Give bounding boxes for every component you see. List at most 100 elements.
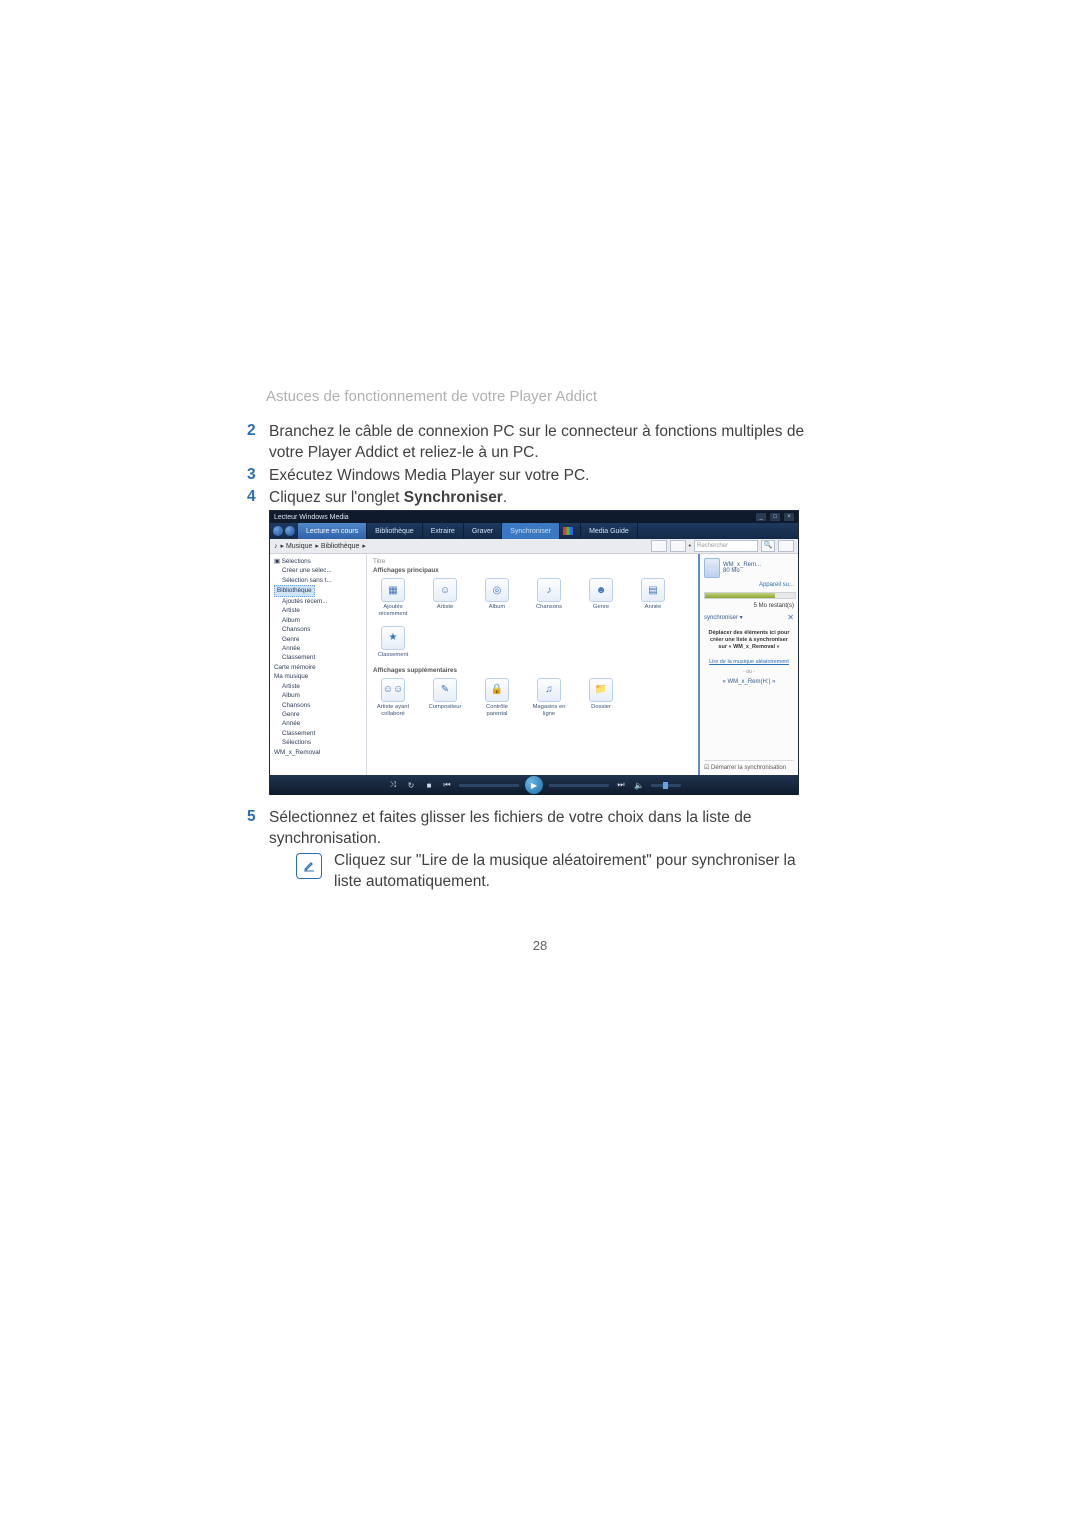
next-button[interactable]: ⏭ <box>615 779 627 791</box>
crumb-arrow[interactable]: ▸ <box>362 542 366 550</box>
tab-extract[interactable]: Extraire <box>423 523 464 539</box>
stop-button[interactable]: ■ <box>423 779 435 791</box>
tree-playlists[interactable]: ▣ Sélections <box>274 557 362 566</box>
crumb-library[interactable]: ▸ Bibliothèque <box>315 542 359 550</box>
step-text: Branchez le câble de connexion PC sur le… <box>269 422 827 464</box>
tab-burn[interactable]: Graver <box>464 523 502 539</box>
section-supplementary: Affichages supplémentaires <box>373 667 692 674</box>
wmp-tree: ▣ Sélections Créer une sélec... Sélectio… <box>270 554 367 775</box>
start-sync-button[interactable]: ☑ Démarrer la synchronisation <box>704 760 794 771</box>
step-text: Exécutez Windows Media Player sur votre … <box>269 466 589 487</box>
seek-bar[interactable] <box>459 784 519 787</box>
view-parental[interactable]: 🔒Contrôle parental <box>477 678 517 718</box>
view-artist[interactable]: ☺Artiste <box>425 578 465 618</box>
view-collab[interactable]: ☺☺Artiste ayant collaboré <box>373 678 413 718</box>
window-buttons: _ □ × <box>754 513 794 521</box>
tree-library[interactable]: Bibliothèque <box>274 585 362 596</box>
view-songs[interactable]: ♪Chansons <box>529 578 569 618</box>
repeat-button[interactable]: ↻ <box>405 779 417 791</box>
view-album[interactable]: ◎Album <box>477 578 517 618</box>
view-genre[interactable]: ☻Genre <box>581 578 621 618</box>
view-composer[interactable]: ✎Compositeur <box>425 678 465 718</box>
tree-album[interactable]: Album <box>274 616 362 625</box>
tree-recent[interactable]: Ajoutés récem... <box>274 597 362 606</box>
pencil-note-icon <box>302 859 316 873</box>
step-text: Cliquez sur l'onglet Synchroniser. <box>269 488 507 509</box>
view-folder[interactable]: 📁Dossier <box>581 678 621 718</box>
step-number: 3 <box>247 466 269 484</box>
wmp-titlebar[interactable]: Lecteur Windows Media _ □ × <box>270 511 798 523</box>
tree-untitled-playlist[interactable]: Sélection sans t... <box>274 576 362 585</box>
page: Astuces de fonctionnement de votre Playe… <box>0 0 1080 1527</box>
tree-rating[interactable]: Classement <box>274 653 362 662</box>
next-device-link[interactable]: Appareil su... <box>704 582 794 588</box>
wmp-breadcrumb: ♪ ▸ Musique ▸ Bibliothèque ▸ • Recherche… <box>270 539 798 554</box>
icon-row-1b: ★Classement <box>373 626 692 659</box>
wmp-body: ▣ Sélections Créer une sélec... Sélectio… <box>270 554 798 775</box>
step4-part-a: Cliquez sur l'onglet <box>269 489 404 506</box>
close-icon[interactable]: ✕ <box>787 613 794 622</box>
random-music-link[interactable]: Lire de la musique aléatoirement <box>704 659 794 665</box>
close-button[interactable]: × <box>784 513 794 521</box>
tree-mm-songs[interactable]: Chansons <box>274 701 362 710</box>
sync-device[interactable]: WM_x_Rem... 80 Mo <box>704 558 794 578</box>
mute-button[interactable]: 🔈 <box>633 779 645 791</box>
device-capacity: 80 Mo <box>723 568 761 574</box>
tree-year[interactable]: Année <box>274 644 362 653</box>
tree-create-playlist[interactable]: Créer une sélec... <box>274 566 362 575</box>
tree-genre[interactable]: Genre <box>274 635 362 644</box>
tab-library[interactable]: Bibliothèque <box>367 523 423 539</box>
view-recent[interactable]: ▦Ajoutés récemment <box>373 578 413 618</box>
tab-now-playing[interactable]: Lecture en cours <box>298 523 367 539</box>
tab-media-guide[interactable]: Media Guide <box>581 523 638 539</box>
tab-flag[interactable] <box>560 523 581 539</box>
search-icon[interactable]: 🔍 <box>761 540 775 552</box>
device-info: WM_x_Rem... 80 Mo <box>723 562 761 574</box>
shuffle-button[interactable]: ⤨ <box>387 779 399 791</box>
tree-mm-year[interactable]: Année <box>274 719 362 728</box>
capacity-fill <box>705 593 775 598</box>
view-button-1[interactable] <box>651 540 667 552</box>
tree-my-music[interactable]: Ma musique <box>274 672 362 681</box>
tree-library-selected: Bibliothèque <box>274 585 315 596</box>
step-3: 3 Exécutez Windows Media Player sur votr… <box>247 466 827 487</box>
tree-songs[interactable]: Chansons <box>274 625 362 634</box>
view-rating[interactable]: ★Classement <box>373 626 413 659</box>
note-icon: ♪ <box>537 578 561 602</box>
tree-mm-rating[interactable]: Classement <box>274 729 362 738</box>
step-5: 5 Sélectionnez et faites glisser les fic… <box>247 808 827 850</box>
tree-mm-artist[interactable]: Artiste <box>274 682 362 691</box>
remaining-space: 5 Mo restant(s) <box>704 603 794 609</box>
tree-memory-card[interactable]: Carte mémoire <box>274 663 362 672</box>
tab-sync[interactable]: Synchroniser <box>502 523 560 539</box>
maximize-button[interactable]: □ <box>770 513 780 521</box>
tree-mm-playlists[interactable]: Sélections <box>274 738 362 747</box>
wmp-sync-pane: WM_x_Rem... 80 Mo Appareil su... 5 Mo re… <box>698 554 798 775</box>
tree-wm-removal[interactable]: WM_x_Removal <box>274 748 362 757</box>
view-year[interactable]: ▤Année <box>633 578 673 618</box>
people-icon: ☺☺ <box>381 678 405 702</box>
play-button[interactable]: ▶ <box>525 776 543 794</box>
music-store-icon: ♫ <box>537 678 561 702</box>
crumb-music[interactable]: ▸ Musique <box>281 542 313 550</box>
calendar-icon: ▦ <box>381 578 405 602</box>
step-4: 4 Cliquez sur l'onglet Synchroniser. <box>247 488 827 509</box>
tree-mm-album[interactable]: Album <box>274 691 362 700</box>
nav-back-forward[interactable] <box>270 523 298 539</box>
step4-part-c: . <box>503 489 507 506</box>
device-icon <box>704 558 720 578</box>
tree-mm-genre[interactable]: Genre <box>274 710 362 719</box>
minimize-button[interactable]: _ <box>756 513 766 521</box>
view-button-3[interactable] <box>778 540 794 552</box>
page-number: 28 <box>0 938 1080 953</box>
search-input[interactable]: Rechercher <box>694 540 758 552</box>
volume-slider[interactable] <box>651 784 681 787</box>
star-icon: ★ <box>381 626 405 650</box>
seek-bar-2[interactable] <box>549 784 609 787</box>
view-button-2[interactable] <box>670 540 686 552</box>
view-stores[interactable]: ♫Magasins en ligne <box>529 678 569 718</box>
tree-artist[interactable]: Artiste <box>274 606 362 615</box>
prev-button[interactable]: ⏮ <box>441 779 453 791</box>
sync-dropdown[interactable]: synchroniser ▾ <box>704 614 743 621</box>
sync-header: synchroniser ▾ ✕ <box>704 613 794 622</box>
